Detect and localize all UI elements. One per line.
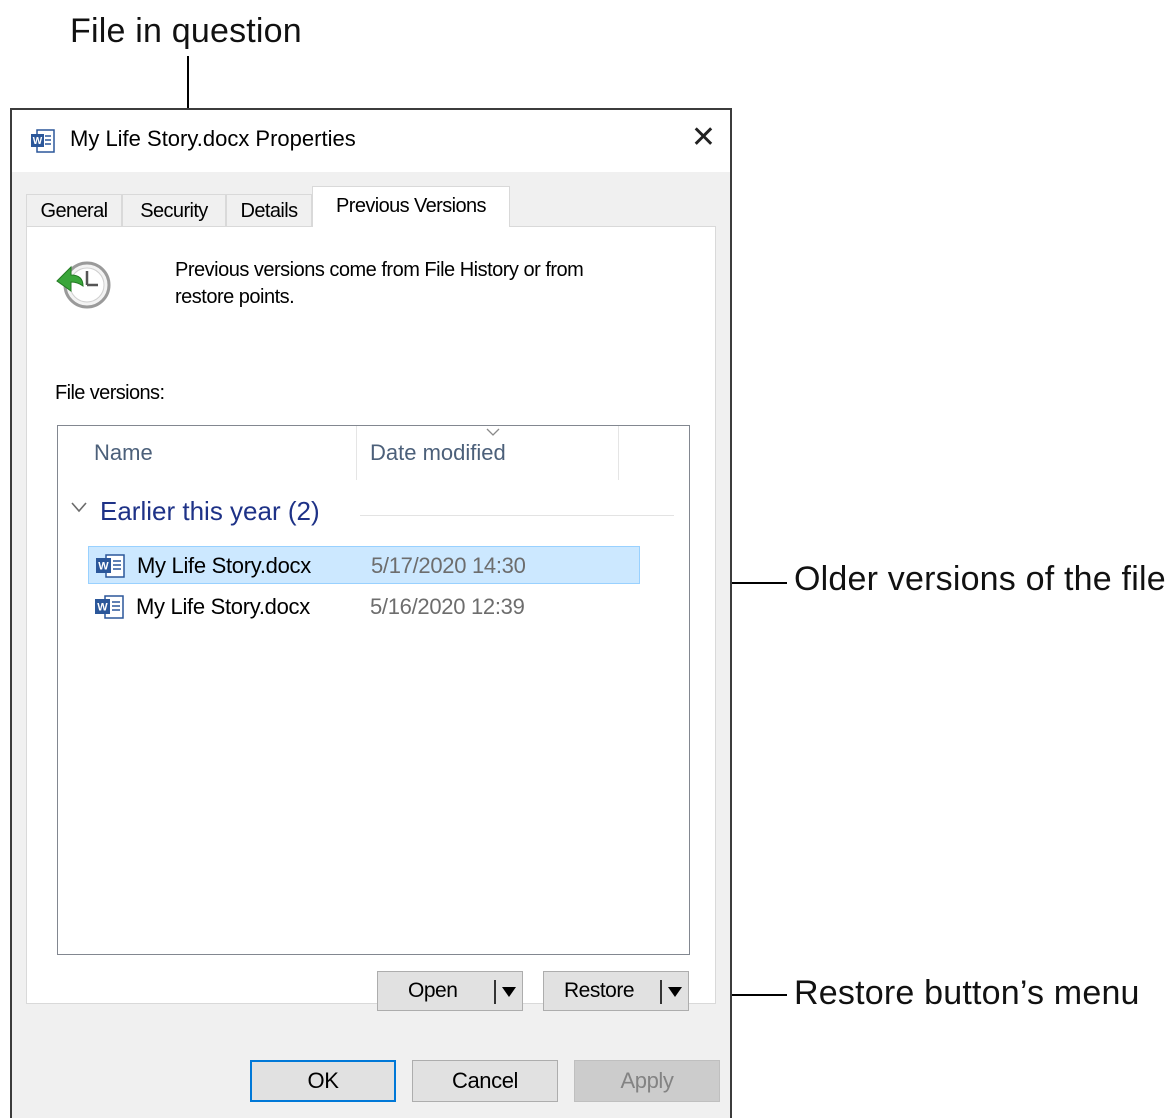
close-icon: ✕: [690, 121, 716, 154]
version-date: 5/17/2020 14:30: [371, 553, 526, 578]
previous-versions-panel: Previous versions come from File History…: [26, 226, 716, 1011]
column-divider[interactable]: [618, 426, 619, 480]
svg-text:W: W: [97, 602, 108, 614]
tab-previous-versions[interactable]: Previous Versions: [312, 186, 510, 227]
file-versions-label: File versions:: [55, 382, 165, 404]
file-history-clock-icon: [56, 261, 111, 309]
version-row[interactable]: W My Life Story.docx 5/16/2020 12:39: [88, 588, 640, 626]
title-bar: W My Life Story.docx Properties ✕: [12, 110, 730, 172]
chevron-down-icon[interactable]: [70, 500, 88, 514]
split-divider: [660, 980, 662, 1004]
column-header-date-modified[interactable]: Date modified: [370, 426, 616, 480]
file-versions-list[interactable]: Name Date modified Earlier this year (2)…: [57, 425, 690, 955]
callout-restore-menu: Restore button’s menu: [794, 974, 1140, 1012]
open-button-label: Open: [408, 979, 458, 1002]
callout-file-in-question: File in question: [70, 12, 302, 50]
column-divider[interactable]: [356, 426, 357, 480]
group-divider: [360, 515, 674, 516]
caret-down-icon[interactable]: [502, 987, 516, 997]
version-row[interactable]: W My Life Story.docx 5/17/2020 14:30: [88, 546, 640, 584]
group-header[interactable]: Earlier this year (2): [100, 496, 320, 527]
version-date: 5/16/2020 12:39: [370, 594, 525, 619]
split-divider: [494, 980, 496, 1004]
restore-split-button[interactable]: Restore: [543, 971, 689, 1011]
dialog-title: My Life Story.docx Properties: [70, 126, 356, 151]
word-document-icon: W: [95, 595, 124, 619]
version-name: My Life Story.docx: [136, 594, 310, 619]
version-name: My Life Story.docx: [137, 553, 311, 578]
word-document-icon: W: [96, 554, 125, 578]
svg-text:W: W: [33, 136, 43, 147]
apply-button: Apply: [574, 1060, 720, 1102]
cancel-button[interactable]: Cancel: [412, 1060, 558, 1102]
callout-older-versions: Older versions of the file: [794, 560, 1166, 598]
info-text: Previous versions come from File History…: [175, 259, 584, 308]
tab-general[interactable]: General: [26, 194, 122, 226]
svg-text:W: W: [98, 561, 109, 573]
ok-button[interactable]: OK: [250, 1060, 396, 1102]
caret-down-icon[interactable]: [668, 987, 682, 997]
close-button[interactable]: ✕: [691, 120, 716, 156]
open-split-button[interactable]: Open: [377, 971, 523, 1011]
properties-dialog: W My Life Story.docx Properties ✕ Genera…: [10, 108, 732, 1118]
word-document-icon: W: [31, 129, 55, 153]
tab-security[interactable]: Security: [122, 194, 226, 226]
tab-details[interactable]: Details: [226, 194, 312, 226]
restore-button-label: Restore: [564, 979, 635, 1002]
column-header-name[interactable]: Name: [94, 426, 356, 480]
